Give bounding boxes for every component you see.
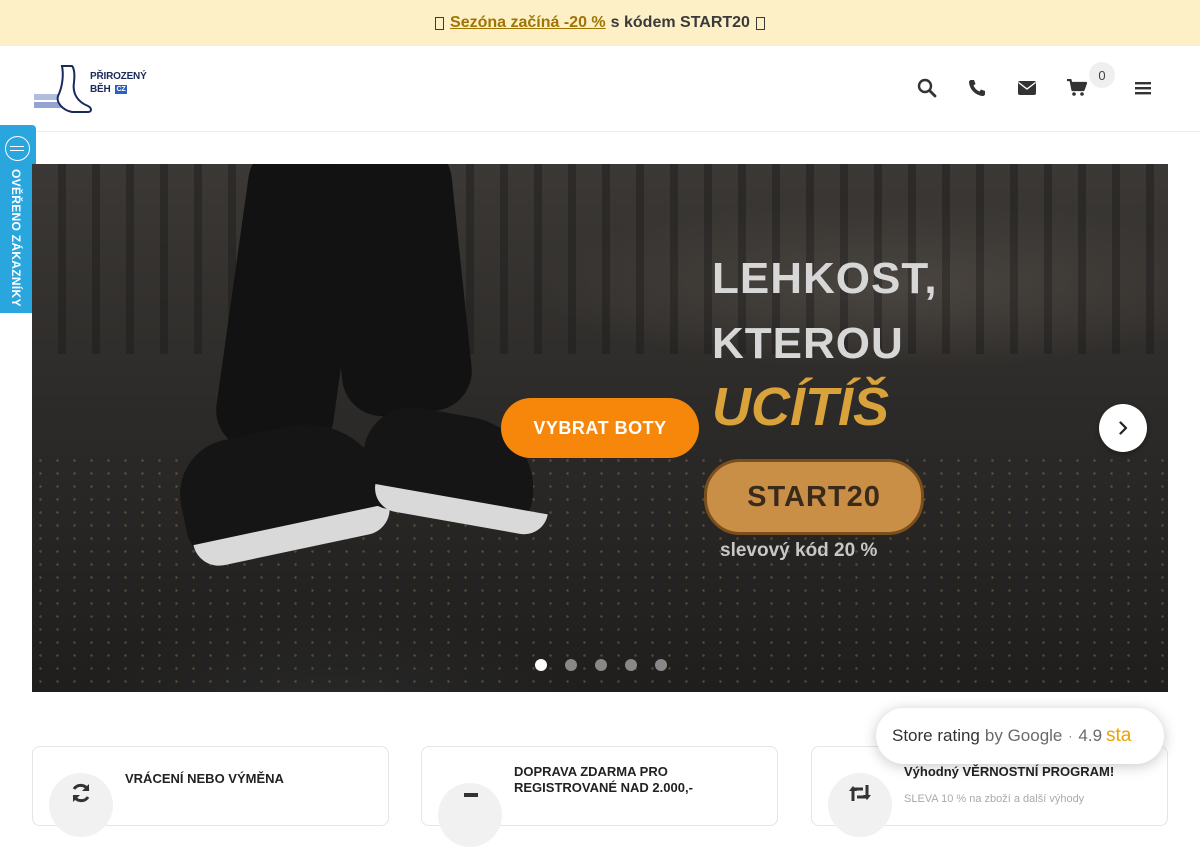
retweet-icon <box>849 785 871 801</box>
cart-button[interactable] <box>1065 76 1089 100</box>
cart-icon <box>1067 79 1087 96</box>
logo-badge: CZ <box>114 85 128 94</box>
promo-text: s kódem START20 <box>610 14 750 31</box>
promo-star-right-icon <box>755 16 765 30</box>
benefit-icon-wrap <box>438 783 502 847</box>
benefit-title: VRÁCENÍ NEBO VÝMĚNA <box>125 771 284 786</box>
choose-shoes-button[interactable]: VYBRAT BOTY <box>501 398 699 458</box>
cart-count-badge: 0 <box>1089 62 1115 88</box>
benefit-icon-wrap <box>828 773 892 837</box>
carousel-dot-5[interactable] <box>655 659 667 671</box>
benefit-title: DOPRAVA ZDARMA PRO REGISTROVANÉ NAD 2.00… <box>514 764 693 795</box>
hero-discount-code: START20 <box>704 459 924 535</box>
rating-separator: · <box>1068 729 1073 743</box>
promo-bar: Sezóna začíná -20 % s kódem START20 <box>0 0 1200 46</box>
truck-icon <box>464 793 478 797</box>
store-rating-widget[interactable]: Store rating by Google · 4.9 sta <box>876 708 1164 764</box>
logo-text: PŘIROZENÝ BĚH CZ <box>90 71 147 95</box>
search-icon <box>917 78 937 98</box>
site-logo[interactable]: PŘIROZENÝ BĚH CZ <box>32 64 152 114</box>
promo-link[interactable]: Sezóna začíná -20 % <box>450 14 606 32</box>
benefit-subtitle: SLEVA 10 % na zboží a další výhody <box>904 793 1085 805</box>
rating-source: by Google <box>984 726 1063 745</box>
benefit-icon-wrap <box>49 773 113 837</box>
menu-icon <box>1135 82 1151 95</box>
search-button[interactable] <box>915 76 939 100</box>
hero-code-subtitle: slevový kód 20 % <box>720 540 878 561</box>
promo-star-left-icon <box>435 16 445 30</box>
rating-stars: sta <box>1106 725 1132 746</box>
refresh-icon <box>72 783 90 803</box>
hero-headline-line1: LEHKOST, <box>712 254 938 303</box>
hero-background-rack <box>32 164 1168 354</box>
hero-carousel: LEHKOST, KTEROU UCÍTÍŠ START20 slevový k… <box>32 164 1168 692</box>
carousel-dot-1[interactable] <box>535 659 547 671</box>
rating-label: Store rating <box>892 726 980 745</box>
chevron-right-icon <box>1119 421 1128 435</box>
benefit-title: Výhodný VĚRNOSTNÍ PROGRAM! <box>904 764 1115 779</box>
benefit-card-free-shipping[interactable]: DOPRAVA ZDARMA PRO REGISTROVANÉ NAD 2.00… <box>421 746 778 847</box>
benefit-card-returns[interactable]: VRÁCENÍ NEBO VÝMĚNA <box>32 746 389 837</box>
foot-logo-icon <box>34 65 92 113</box>
verified-customers-badge[interactable]: OVĚŘENO ZÁKAZNÍKY <box>0 125 36 313</box>
carousel-dot-3[interactable] <box>595 659 607 671</box>
carousel-next-button[interactable] <box>1099 404 1147 452</box>
hero-headline-line3: UCÍTÍŠ <box>712 377 890 437</box>
site-header: PŘIROZENÝ BĚH CZ 0 <box>0 46 1200 132</box>
phone-button[interactable] <box>965 76 989 100</box>
carousel-dot-2[interactable] <box>565 659 577 671</box>
phone-icon <box>969 80 985 96</box>
envelope-icon <box>1018 81 1036 95</box>
verified-badge-label: OVĚŘENO ZÁKAZNÍKY <box>9 169 23 307</box>
hero-headline-line2: KTEROU <box>712 319 904 368</box>
carousel-dot-4[interactable] <box>625 659 637 671</box>
carousel-dots <box>535 659 667 671</box>
rating-score: 4.9 <box>1078 726 1103 745</box>
email-button[interactable] <box>1015 76 1039 100</box>
menu-button[interactable] <box>1131 76 1155 100</box>
verified-seal-icon <box>5 136 30 161</box>
